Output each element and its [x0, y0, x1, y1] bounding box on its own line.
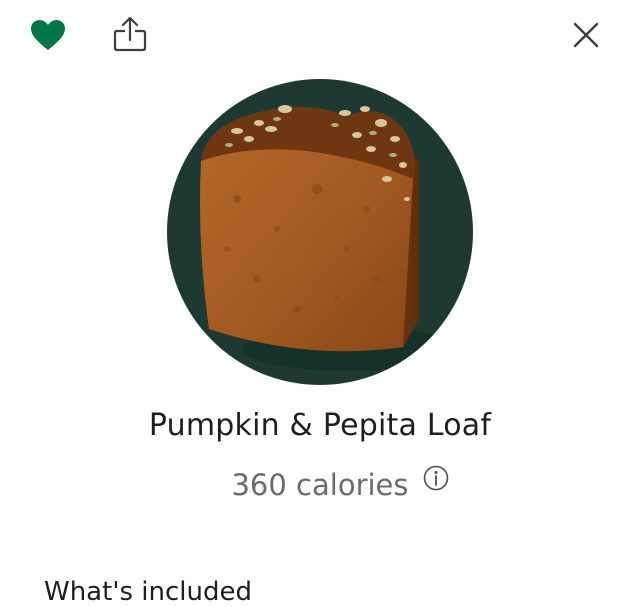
section-heading-partial: What's included	[44, 577, 252, 607]
share-button[interactable]	[106, 10, 154, 58]
calories-text: 360 calories	[231, 468, 409, 502]
share-icon	[113, 16, 147, 52]
favorite-button[interactable]	[24, 14, 72, 56]
heart-icon	[31, 20, 65, 50]
info-icon[interactable]	[423, 465, 449, 491]
close-icon	[573, 22, 599, 48]
calories-row: 360 calories	[0, 466, 640, 502]
product-name: Pumpkin & Pepita Loaf	[148, 408, 492, 443]
close-button[interactable]	[562, 11, 610, 59]
product-image	[167, 79, 473, 385]
top-bar	[0, 0, 640, 70]
